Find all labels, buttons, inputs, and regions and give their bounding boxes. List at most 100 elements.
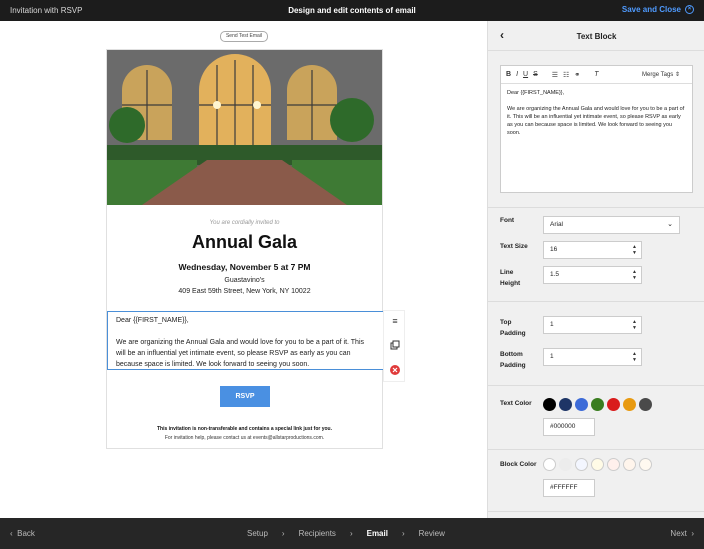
hero-image[interactable] bbox=[107, 50, 382, 205]
underline-icon[interactable]: U bbox=[523, 71, 528, 78]
block-color-label: Block Color bbox=[500, 461, 537, 468]
bottom-bar: ‹ Back Setup › Recipients › Email › Revi… bbox=[0, 518, 704, 549]
footer-notice: This invitation is non-transferable and … bbox=[156, 426, 333, 432]
top-padding-label: Top Padding bbox=[500, 319, 526, 337]
ordered-list-icon[interactable]: ☰ bbox=[552, 71, 558, 79]
page-title: Design and edit contents of email bbox=[288, 6, 416, 15]
chevron-right-icon: › bbox=[349, 529, 353, 538]
event-address: 409 East 59th Street, New York, NY 10022 bbox=[178, 288, 311, 295]
text-color-input[interactable]: #000000 bbox=[543, 418, 595, 436]
email-canvas: Send Test Email You are cordially invite… bbox=[0, 21, 487, 518]
line-height-label: Line Height bbox=[500, 269, 521, 287]
bold-icon[interactable]: B bbox=[506, 71, 511, 78]
color-swatch[interactable] bbox=[639, 458, 652, 471]
color-swatch[interactable] bbox=[623, 458, 636, 471]
editor-greeting: Dear {{FIRST_NAME}}, bbox=[507, 90, 565, 96]
close-circle-icon: × bbox=[685, 5, 694, 14]
delete-icon[interactable] bbox=[389, 365, 401, 377]
block-tools: ≡ bbox=[383, 310, 405, 382]
save-and-close-label: Save and Close bbox=[621, 5, 681, 14]
italic-icon[interactable]: I bbox=[516, 71, 518, 78]
divider bbox=[488, 301, 704, 302]
color-swatch[interactable] bbox=[559, 458, 572, 471]
event-title: Annual Gala bbox=[191, 232, 298, 252]
color-swatch[interactable] bbox=[607, 398, 620, 411]
color-swatch[interactable] bbox=[639, 398, 652, 411]
back-button[interactable]: ‹ Back bbox=[10, 529, 35, 538]
divider bbox=[488, 385, 704, 386]
footer-help: For invitation help, please contact us a… bbox=[164, 435, 325, 441]
bullet-list-icon[interactable]: ☷ bbox=[563, 71, 569, 79]
color-swatch[interactable] bbox=[575, 398, 588, 411]
color-swatch[interactable] bbox=[543, 398, 556, 411]
save-and-close-button[interactable]: Save and Close × bbox=[622, 5, 694, 14]
bottom-padding-stepper[interactable]: 1 ▲ ▼ bbox=[543, 348, 642, 366]
bottom-padding-value: 1 bbox=[550, 353, 554, 360]
bottom-padding-label: Bottom Padding bbox=[500, 351, 526, 369]
divider bbox=[488, 449, 704, 450]
next-button[interactable]: Next › bbox=[670, 529, 694, 538]
line-height-stepper[interactable]: 1.5 ▲ ▼ bbox=[543, 266, 642, 284]
drag-handle-icon[interactable]: ≡ bbox=[389, 315, 401, 327]
color-swatch[interactable] bbox=[559, 398, 572, 411]
text-color-label: Text Color bbox=[500, 400, 532, 407]
event-venue: Guastavino's bbox=[224, 277, 265, 284]
color-swatch[interactable] bbox=[607, 458, 620, 471]
body-text: We are organizing the Annual Gala and wo… bbox=[116, 339, 365, 368]
top-padding-stepper[interactable]: 1 ▲ ▼ bbox=[543, 316, 642, 334]
next-label: Next bbox=[670, 529, 687, 538]
text-size-stepper[interactable]: 16 ▲ ▼ bbox=[543, 241, 642, 259]
chevron-right-icon: › bbox=[401, 529, 405, 538]
strikethrough-icon[interactable]: S bbox=[533, 71, 538, 78]
panel-header: ‹ Text Block bbox=[488, 21, 704, 51]
back-label: Back bbox=[17, 529, 35, 538]
greeting-text: Dear {{FIRST_NAME}}, bbox=[116, 317, 189, 324]
chevron-left-icon: ‹ bbox=[10, 529, 13, 538]
block-color-input[interactable]: #FFFFFF bbox=[543, 479, 595, 497]
color-swatch[interactable] bbox=[591, 398, 604, 411]
editor-toolbar: B I U S ☰ ☷ ⚭ T Merge Tags ⇕ bbox=[501, 66, 692, 84]
step-recipients[interactable]: Recipients bbox=[299, 529, 336, 538]
color-swatch[interactable] bbox=[575, 458, 588, 471]
event-date: Wednesday, November 5 at 7 PM bbox=[178, 262, 311, 272]
text-size-value: 16 bbox=[550, 246, 558, 253]
step-review[interactable]: Review bbox=[419, 529, 445, 538]
step-nav: Setup › Recipients › Email › Review bbox=[247, 529, 445, 538]
email-preview: You are cordially invited to Annual Gala… bbox=[106, 49, 384, 449]
stepper-icon[interactable]: ▲ ▼ bbox=[632, 351, 637, 363]
text-color-swatches bbox=[543, 398, 652, 411]
font-value: Arial bbox=[550, 221, 564, 228]
stepper-icon[interactable]: ▲ ▼ bbox=[632, 319, 637, 331]
text-size-label: Text Size bbox=[500, 243, 528, 250]
step-email[interactable]: Email bbox=[367, 529, 388, 538]
panel-title: Text Block bbox=[576, 32, 617, 41]
divider bbox=[488, 207, 704, 208]
chevron-down-icon: ⌄ bbox=[667, 221, 673, 228]
color-swatch[interactable] bbox=[591, 458, 604, 471]
link-icon[interactable]: ⚭ bbox=[574, 71, 580, 79]
rich-text-editor[interactable]: B I U S ☰ ☷ ⚭ T Merge Tags ⇕ Dear {{FIRS… bbox=[500, 65, 693, 193]
color-swatch[interactable] bbox=[623, 398, 636, 411]
chevron-right-icon: › bbox=[281, 529, 285, 538]
rsvp-button[interactable]: RSVP bbox=[220, 386, 270, 407]
font-select[interactable]: Arial ⌄ bbox=[543, 216, 680, 234]
divider bbox=[488, 511, 704, 512]
merge-tags-select[interactable]: Merge Tags ⇕ bbox=[642, 71, 680, 78]
color-swatch[interactable] bbox=[543, 458, 556, 471]
properties-panel: ‹ Text Block B I U S ☰ ☷ ⚭ T Merge Tags … bbox=[487, 21, 704, 518]
top-bar: Invitation with RSVP Design and edit con… bbox=[0, 0, 704, 21]
top-padding-value: 1 bbox=[550, 321, 554, 328]
editor-body: We are organizing the Annual Gala and wo… bbox=[507, 106, 685, 136]
line-height-value: 1.5 bbox=[550, 271, 560, 278]
invite-line: You are cordially invited to bbox=[209, 220, 280, 226]
font-label: Font bbox=[500, 217, 515, 224]
send-test-email-button[interactable]: Send Test Email bbox=[220, 31, 268, 42]
duplicate-icon[interactable] bbox=[389, 340, 401, 352]
stepper-icon[interactable]: ▲ ▼ bbox=[632, 269, 637, 281]
clear-format-icon[interactable]: T bbox=[594, 71, 598, 78]
step-setup[interactable]: Setup bbox=[247, 529, 268, 538]
selected-text-block[interactable]: Dear {{FIRST_NAME}}, We are organizing t… bbox=[107, 311, 384, 370]
stepper-icon[interactable]: ▲ ▼ bbox=[632, 244, 637, 256]
chevron-right-icon: › bbox=[691, 529, 694, 538]
merge-tags-label: Merge Tags bbox=[642, 72, 674, 78]
